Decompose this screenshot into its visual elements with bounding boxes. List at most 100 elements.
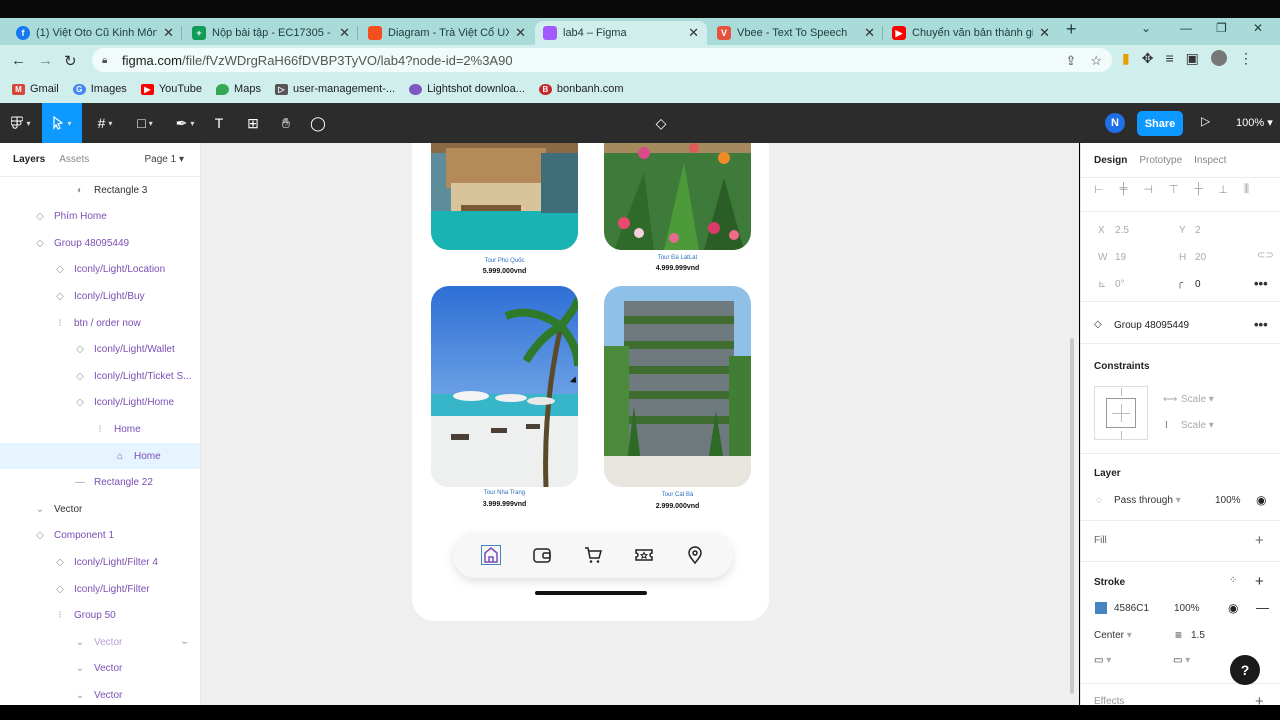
minimize-button[interactable]: — xyxy=(1180,21,1192,35)
layer-row[interactable]: ◇ Iconly/Light/Wallet xyxy=(0,337,200,363)
more-options-icon[interactable]: ••• xyxy=(1254,276,1268,291)
share-icon[interactable]: ⇪ xyxy=(1065,53,1076,69)
layer-row[interactable]: ⌂ Home xyxy=(0,443,200,469)
align-right-icon[interactable]: ⊣ xyxy=(1143,183,1153,196)
close-icon[interactable]: ✕ xyxy=(163,25,174,41)
media-icon[interactable]: ≡ xyxy=(1165,50,1173,67)
user-avatar[interactable]: N xyxy=(1105,113,1125,133)
move-tool[interactable]: ▾ xyxy=(42,103,82,143)
component-options-icon[interactable]: ••• xyxy=(1254,317,1268,332)
menu-icon[interactable]: ⋮ xyxy=(1239,50,1253,67)
extension-icon[interactable]: ▮ xyxy=(1122,50,1130,67)
design-canvas[interactable]: Tour Phú Quốc 5.999.000vnd Tour Đà LatLa… xyxy=(201,143,1079,705)
shape-tool[interactable]: □ ▾ xyxy=(128,103,162,143)
bottom-navigation[interactable] xyxy=(453,532,733,578)
back-button[interactable]: ← xyxy=(11,52,26,69)
remove-stroke-icon[interactable]: — xyxy=(1256,600,1269,615)
pen-tool[interactable]: ✒ ▾ xyxy=(168,103,202,143)
layer-row[interactable]: ◇ Iconly/Light/Home xyxy=(0,390,200,416)
close-icon[interactable]: ✕ xyxy=(688,25,699,41)
blend-mode-select[interactable]: Pass through ▾ xyxy=(1114,495,1181,506)
tab-design[interactable]: Design xyxy=(1094,155,1127,166)
tour-image-nha-trang[interactable] xyxy=(431,286,578,487)
layer-row[interactable]: ⁝ Home xyxy=(0,416,200,442)
w-input[interactable]: 19 xyxy=(1115,252,1126,263)
comment-tool[interactable]: ◯ xyxy=(305,103,331,143)
present-play-icon[interactable]: ▷ xyxy=(1201,114,1210,128)
vertical-constraint-select[interactable]: Scale ▾ xyxy=(1181,420,1214,431)
address-bar[interactable]: 🔒︎ figma.com/file/fVzWDrgRaH66fDVBP3TyVO… xyxy=(92,48,1112,72)
align-center-h-icon[interactable]: ╪ xyxy=(1120,183,1128,196)
layer-row[interactable]: ◇ Iconly/Light/Buy xyxy=(0,283,200,309)
text-tool[interactable]: T xyxy=(206,103,232,143)
ticket-icon[interactable] xyxy=(633,544,655,566)
hidden-eye-icon[interactable]: ⌣ xyxy=(181,637,188,648)
resources-tool[interactable]: ⊞ xyxy=(240,103,266,143)
distribute-icon[interactable]: ⫼ xyxy=(1244,183,1249,196)
rotation-input[interactable]: 0° xyxy=(1115,279,1125,290)
browser-tab[interactable]: V Vbee - Text To Speech ✕ xyxy=(709,21,883,45)
forward-button[interactable]: → xyxy=(38,52,53,69)
frame-tool[interactable]: # ▾ xyxy=(88,103,122,143)
browser-tab[interactable]: + Nộp bài tập - EC17305 - kh... ✕ xyxy=(184,21,358,45)
close-icon[interactable]: ✕ xyxy=(864,25,875,41)
bookmark-gmail[interactable]: M Gmail xyxy=(12,83,59,95)
add-stroke-icon[interactable]: + xyxy=(1255,573,1264,590)
add-fill-icon[interactable]: + xyxy=(1255,532,1264,549)
layer-row[interactable]: ⌄ Vector xyxy=(0,682,200,705)
tab-layers[interactable]: Layers xyxy=(13,154,45,165)
phone-frame[interactable]: Tour Phú Quốc 5.999.000vnd Tour Đà LatLa… xyxy=(412,143,769,621)
browser-tab[interactable]: ▶ Chuyển văn bản thành giọng... ✕ xyxy=(884,21,1058,45)
tab-inspect[interactable]: Inspect xyxy=(1194,155,1226,166)
bookmark-user-management[interactable]: ▷ user-management-... xyxy=(274,83,395,95)
cart-icon[interactable] xyxy=(582,544,604,566)
layer-row[interactable]: ⁝ btn / order now xyxy=(0,310,200,336)
align-bottom-icon[interactable]: ⊥ xyxy=(1218,183,1228,196)
layer-row[interactable]: ⌄ Vector xyxy=(0,656,200,682)
bookmark-lightshot[interactable]: Lightshot downloa... xyxy=(409,83,525,95)
reload-button[interactable]: ↻ xyxy=(64,52,77,70)
close-icon[interactable]: ✕ xyxy=(515,25,526,41)
tour-image-cat-ba[interactable] xyxy=(604,286,751,487)
align-left-icon[interactable]: ⊢ xyxy=(1094,183,1104,196)
stroke-styles-icon[interactable]: ⁘ xyxy=(1229,575,1237,586)
profile-avatar[interactable] xyxy=(1210,50,1227,66)
puzzle-icon[interactable]: ✥ xyxy=(1142,50,1154,67)
browser-tab-active[interactable]: lab4 – Figma ✕ xyxy=(535,21,707,45)
side-panel-icon[interactable]: ▣ xyxy=(1186,50,1199,67)
share-button[interactable]: Share xyxy=(1137,111,1183,136)
home-icon[interactable] xyxy=(480,544,502,566)
constrain-proportions-icon[interactable]: ⊂⊃ xyxy=(1257,250,1274,261)
layer-row[interactable]: ◇ Phím Home xyxy=(0,204,200,230)
tour-image-da-lat[interactable] xyxy=(604,143,751,250)
stroke-color-swatch[interactable] xyxy=(1095,602,1107,614)
component-center-tool[interactable]: ◇ xyxy=(648,103,674,143)
horizontal-constraint-select[interactable]: Scale ▾ xyxy=(1181,394,1214,405)
align-center-v-icon[interactable]: ┼ xyxy=(1195,183,1203,196)
canvas-scrollbar[interactable] xyxy=(1070,338,1074,694)
eye-icon[interactable]: ◉ xyxy=(1256,493,1266,507)
bookmark-maps[interactable]: Maps xyxy=(216,83,261,95)
figma-menu-button[interactable]: ▾ xyxy=(4,103,38,143)
layer-row[interactable]: ⌄ Vector ⌣ xyxy=(0,629,200,655)
layer-row[interactable]: ◇ Iconly/Light/Filter 4 xyxy=(0,549,200,575)
corner-radius-input[interactable]: 0 xyxy=(1195,279,1201,290)
layer-row[interactable]: ◇ Iconly/Light/Ticket S... xyxy=(0,363,200,389)
layer-row[interactable]: ◇ Iconly/Light/Filter xyxy=(0,576,200,602)
wallet-icon[interactable] xyxy=(531,544,553,566)
layer-row[interactable]: ⌄ Vector xyxy=(0,496,200,522)
x-input[interactable]: 2.5 xyxy=(1115,225,1129,236)
tour-image-phu-quoc[interactable] xyxy=(431,143,578,250)
tab-search-icon[interactable]: ⌄ xyxy=(1141,21,1151,35)
new-tab-button[interactable]: + xyxy=(1066,19,1077,40)
page-selector[interactable]: Page 1 ▾ xyxy=(144,154,184,165)
layer-row[interactable]: ◇ Group 48095449 xyxy=(0,230,200,256)
browser-tab[interactable]: Diagram - Trà Việt Cổ UX - ... ✕ xyxy=(360,21,534,45)
layer-opacity-input[interactable]: 100% xyxy=(1215,495,1241,506)
stroke-eye-icon[interactable]: ◉ xyxy=(1228,601,1238,615)
bookmark-images[interactable]: G Images xyxy=(72,83,127,95)
close-window-button[interactable]: ✕ xyxy=(1253,21,1263,35)
tab-prototype[interactable]: Prototype xyxy=(1139,155,1182,166)
close-icon[interactable]: ✕ xyxy=(339,25,350,41)
browser-tab[interactable]: f (1) Việt Oto Cũ Kinh Môn | ... ✕ xyxy=(8,21,182,45)
